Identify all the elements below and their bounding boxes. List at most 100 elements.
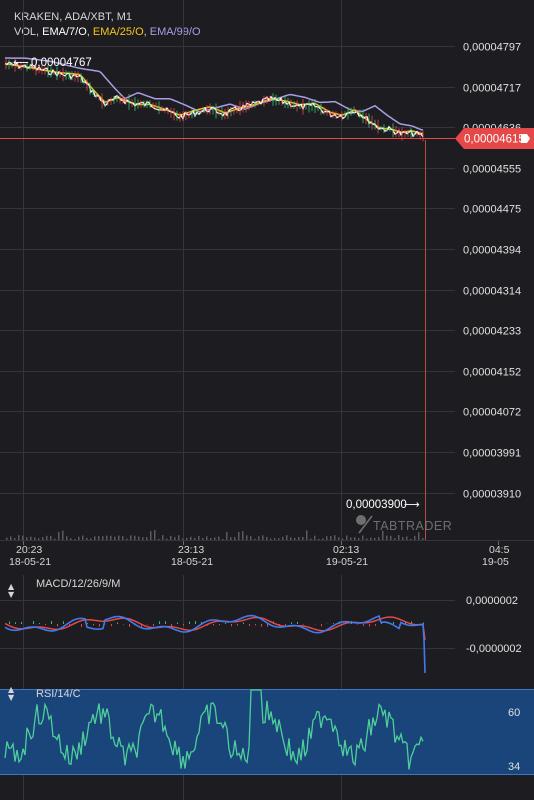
price-tick-label: 0,00004314 (463, 286, 521, 298)
macd-histogram-bar (153, 624, 154, 627)
volume-bar (294, 538, 296, 540)
volume-bar (10, 536, 12, 540)
low-price-marker: 0,00003900 ⟶ (346, 498, 420, 511)
vertical-grid (23, 0, 342, 800)
volume-bar (374, 538, 376, 540)
volume-bar (142, 537, 144, 540)
macd-collapse-control[interactable]: ▲ ▼ (8, 582, 15, 599)
volume-bar (226, 531, 228, 540)
volume-bar (130, 535, 132, 540)
volume-bar (322, 538, 324, 540)
volume-bar (198, 535, 200, 540)
volume-bar (298, 537, 300, 540)
volume-bar (310, 538, 312, 540)
volume-bar (418, 532, 420, 540)
volume-bar (166, 538, 168, 540)
volume-bar (126, 538, 128, 540)
volume-bar (282, 536, 284, 540)
macd-histogram-bar (357, 624, 358, 625)
price-axis: 0,000047970,000047170,000046360,00004555… (463, 42, 521, 501)
chevron-down-icon: ▼ (8, 590, 15, 599)
macd-histogram-bar (393, 621, 394, 624)
macd-histogram-bar (93, 624, 94, 626)
volume-bar (394, 538, 396, 540)
volume-bar (386, 535, 388, 540)
volume-bar (94, 536, 96, 540)
price-tick-label: 0,00004717 (463, 83, 521, 95)
volume-bar (178, 535, 180, 540)
macd-histogram-bar (333, 623, 334, 624)
volume-bar (34, 537, 36, 540)
macd-histogram-bar (321, 624, 322, 627)
macd-tick-bottom: -0,0000002 (466, 643, 522, 655)
macd-tick-top: 0,0000002 (466, 595, 518, 607)
volume-bar (306, 530, 308, 540)
volume-bar (162, 535, 164, 540)
volume-bar (30, 536, 32, 540)
macd-histogram-bar (33, 621, 34, 624)
macd-histogram-bar (159, 621, 160, 624)
volume-bar (330, 536, 332, 540)
volume-bar (122, 536, 124, 540)
macd-histogram-bar (147, 624, 148, 625)
volume-bar (14, 538, 16, 540)
macd-histogram-bar (39, 623, 40, 624)
volume-bar (302, 536, 304, 540)
volume-bar (186, 537, 188, 540)
high-price-marker: ⟵ 0,00004767 (13, 56, 92, 69)
macd-histogram-bar (363, 624, 364, 626)
macd-histogram-bar (81, 624, 82, 627)
volume-bar (342, 538, 344, 540)
macd-histogram-bar (219, 624, 220, 626)
macd-histogram-bar (165, 621, 166, 624)
macd-histogram-bar (375, 624, 376, 626)
price-tick-label: 0,00004394 (463, 245, 521, 257)
volume-bar (242, 531, 244, 540)
macd-histogram-bar (177, 622, 178, 624)
volume-bar (26, 537, 28, 540)
time-tick-label: 20:23 (16, 544, 42, 556)
macd-histogram-bar (303, 624, 304, 625)
volume-bar (370, 537, 372, 540)
volume-bar (90, 538, 92, 540)
volume-bar (222, 538, 224, 540)
tabtrader-watermark: TABTRADER (356, 515, 452, 534)
date-tick-label: 19-05-21 (326, 556, 368, 568)
volume-bar (218, 536, 220, 540)
volume-bar (318, 538, 320, 540)
volume-bar (106, 535, 108, 540)
volume-bar (170, 535, 172, 540)
macd-histogram-bar (195, 621, 196, 624)
time-tick-label: 23:13 (178, 544, 204, 556)
volume-bar (254, 538, 256, 540)
rsi-tick-34: 34 (508, 761, 520, 773)
rsi-collapse-control[interactable]: ▲ ▼ (8, 685, 15, 702)
macd-histogram-bar (183, 624, 184, 626)
date-tick-label: 18-05-21 (171, 556, 213, 568)
volume-bar (414, 535, 416, 540)
macd-histogram-bar (123, 624, 124, 625)
macd-histogram-bar (69, 624, 70, 625)
macd-histogram-bar (297, 621, 298, 624)
volume-bar (98, 535, 100, 540)
macd-histogram-bar (87, 623, 88, 624)
volume-bar (278, 538, 280, 540)
macd-histogram-bar (255, 624, 256, 626)
volume-bar (378, 537, 380, 540)
volume-bar (78, 536, 80, 540)
volume-bar (246, 535, 248, 540)
macd-histogram-bar (261, 624, 262, 627)
volume-bar (314, 535, 316, 540)
macd-histogram-bar (51, 621, 52, 624)
time-axis: 20:2318-05-2123:1318-05-2102:1319-05-210… (9, 541, 510, 568)
volume-bar (62, 530, 64, 540)
date-tick-label: 19-05 (482, 556, 509, 568)
trading-chart[interactable]: 0,000047970,000047170,000046360,00004555… (0, 0, 534, 800)
volume-bar (410, 539, 412, 540)
volume-bar (238, 531, 240, 540)
macd-histogram-bar (63, 621, 64, 624)
volume-bar (362, 535, 364, 540)
left-arrow-icon: ⟵ (13, 56, 29, 69)
watermark-text: TABTRADER (373, 519, 452, 533)
current-price-tag: 0,00004615 (455, 128, 534, 149)
